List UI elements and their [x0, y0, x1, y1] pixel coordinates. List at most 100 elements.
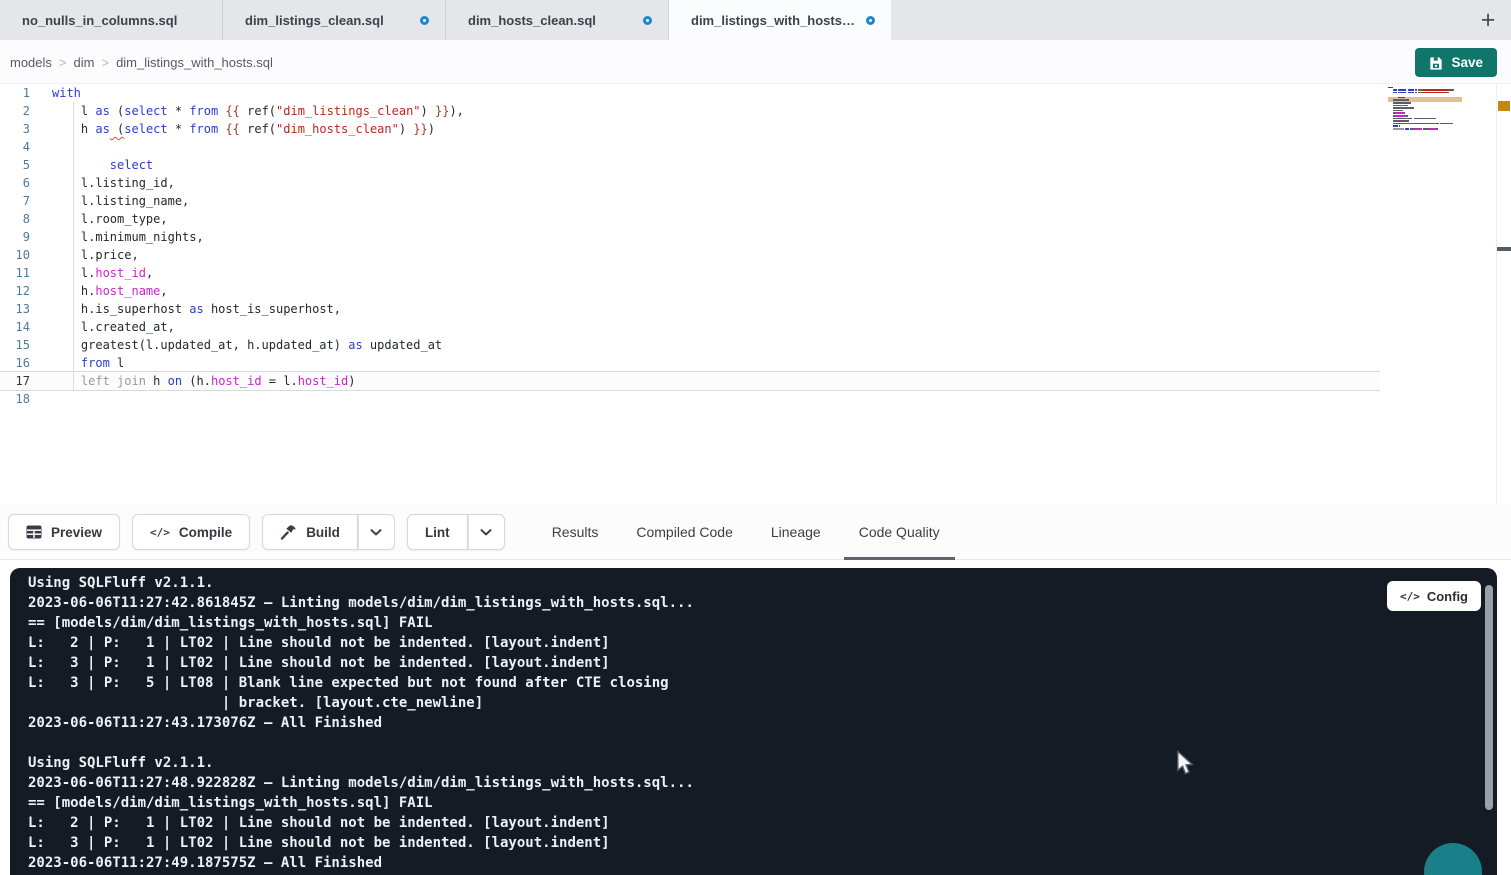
line-number: 16 — [0, 356, 30, 370]
annotation-gutter — [1496, 84, 1511, 505]
code-text: l.created_at, — [52, 318, 175, 336]
code-text: greatest(l.updated_at, h.updated_at) as … — [52, 336, 442, 354]
hammer-icon — [280, 524, 297, 540]
line-number: 12 — [0, 284, 30, 298]
lint-dropdown-button[interactable] — [468, 514, 505, 550]
terminal-line: 2023-06-06T11:27:43.173076Z — All Finish… — [28, 713, 1497, 733]
line-number: 17 — [0, 374, 30, 388]
scroll-position-marker — [1497, 247, 1511, 251]
code-brackets-icon: </> — [1400, 590, 1420, 603]
code-line[interactable]: 11 l.host_id, — [0, 264, 1380, 282]
tab-dim_hosts_clean.sql[interactable]: dim_hosts_clean.sql — [446, 0, 669, 40]
chevron-down-icon — [370, 529, 382, 536]
tab-label: no_nulls_in_columns.sql — [22, 13, 206, 28]
action-toolbar: Preview </> Compile Build — [0, 505, 1511, 560]
panel-tab-results[interactable]: Results — [537, 505, 614, 560]
line-number: 14 — [0, 320, 30, 334]
panel-tab-code-quality[interactable]: Code Quality — [844, 505, 955, 560]
new-tab-button[interactable]: + — [1471, 0, 1505, 40]
code-line[interactable]: 13 h.is_superhost as host_is_superhost, — [0, 300, 1380, 318]
table-icon — [26, 525, 42, 539]
code-line[interactable]: 5 select — [0, 156, 1380, 174]
code-text: h as (select * from {{ ref("dim_hosts_cl… — [52, 120, 435, 138]
terminal-line: L: 3 | P: 1 | LT02 | Line should not be … — [28, 653, 1497, 673]
terminal-output: Using SQLFluff v2.1.1.2023-06-06T11:27:4… — [28, 573, 1497, 873]
minimap-line — [1388, 130, 1462, 133]
line-number: 2 — [0, 104, 30, 118]
panel-tab-lineage[interactable]: Lineage — [756, 505, 836, 560]
terminal-line: 2023-06-06T11:27:49.187575Z — All Finish… — [28, 853, 1497, 873]
lint-button[interactable]: Lint — [407, 514, 468, 550]
tab-label: dim_listings_clean.sql — [245, 13, 410, 28]
breadcrumb: models>dim>dim_listings_with_hosts.sql — [10, 40, 273, 84]
lint-label: Lint — [425, 525, 450, 540]
terminal-line: L: 2 | P: 1 | LT02 | Line should not be … — [28, 813, 1497, 833]
code-text: l as (select * from {{ ref("dim_listings… — [52, 102, 464, 120]
terminal-line: Using SQLFluff v2.1.1. — [28, 573, 1497, 593]
panel-tab-compiled-code[interactable]: Compiled Code — [621, 505, 748, 560]
preview-label: Preview — [51, 525, 102, 540]
line-number: 8 — [0, 212, 30, 226]
code-text: l.listing_id, — [52, 174, 175, 192]
save-label: Save — [1451, 55, 1483, 70]
line-number: 18 — [0, 392, 30, 406]
config-label: Config — [1427, 589, 1468, 604]
line-number: 3 — [0, 122, 30, 136]
terminal-line: == [models/dim/dim_listings_with_hosts.s… — [28, 613, 1497, 633]
preview-button[interactable]: Preview — [8, 514, 120, 550]
code-line[interactable]: 17 left join h on (h.host_id = l.host_id… — [0, 372, 1380, 390]
code-line[interactable]: 2 l as (select * from {{ ref("dim_listin… — [0, 102, 1380, 120]
code-line[interactable]: 3 h as (select * from {{ ref("dim_hosts_… — [0, 120, 1380, 138]
terminal-line: 2023-06-06T11:27:48.922828Z — Linting mo… — [28, 773, 1497, 793]
code-line[interactable]: 7 l.listing_name, — [0, 192, 1380, 210]
code-line[interactable]: 9 l.minimum_nights, — [0, 228, 1380, 246]
code-line[interactable]: 12 h.host_name, — [0, 282, 1380, 300]
terminal-scrollbar[interactable] — [1485, 585, 1493, 810]
code-editor[interactable]: 1with2 l as (select * from {{ ref("dim_l… — [0, 84, 1511, 505]
line-number: 11 — [0, 266, 30, 280]
line-number: 1 — [0, 86, 30, 100]
build-button[interactable]: Build — [262, 514, 358, 550]
save-floppy-icon — [1429, 56, 1443, 70]
code-text: h.host_name, — [52, 282, 168, 300]
code-line[interactable]: 4 — [0, 138, 1380, 156]
code-text: h.is_superhost as host_is_superhost, — [52, 300, 341, 318]
line-number: 15 — [0, 338, 30, 352]
tab-no_nulls_in_columns.sql[interactable]: no_nulls_in_columns.sql — [0, 0, 223, 40]
save-button[interactable]: Save — [1415, 48, 1497, 77]
config-button[interactable]: </> Config — [1387, 581, 1481, 611]
code-line[interactable]: 1with — [0, 84, 1380, 102]
path-bar: models>dim>dim_listings_with_hosts.sql S… — [0, 40, 1511, 84]
modified-indicator-icon — [643, 16, 652, 25]
code-line[interactable]: 15 greatest(l.updated_at, h.updated_at) … — [0, 336, 1380, 354]
minimap[interactable] — [1388, 86, 1462, 206]
modified-indicator-icon — [420, 16, 429, 25]
indent-guide — [73, 102, 74, 390]
compile-button[interactable]: </> Compile — [132, 514, 250, 550]
build-label: Build — [306, 525, 340, 540]
line-number: 7 — [0, 194, 30, 208]
build-dropdown-button[interactable] — [358, 514, 395, 550]
terminal-line — [28, 733, 1497, 753]
terminal-line: 2023-06-06T11:27:42.861845Z — Linting mo… — [28, 593, 1497, 613]
code-line[interactable]: 10 l.price, — [0, 246, 1380, 264]
build-split-button: Build — [262, 514, 395, 550]
modified-indicator-icon — [866, 16, 875, 25]
terminal-line: L: 2 | P: 1 | LT02 | Line should not be … — [28, 633, 1497, 653]
code-line[interactable]: 14 l.created_at, — [0, 318, 1380, 336]
code-line[interactable]: 18 — [0, 390, 1380, 408]
breadcrumb-segment[interactable]: models — [10, 55, 52, 70]
code-line[interactable]: 16 from l — [0, 354, 1380, 372]
code-line[interactable]: 8 l.room_type, — [0, 210, 1380, 228]
tab-dim_listings_clean.sql[interactable]: dim_listings_clean.sql — [223, 0, 446, 40]
code-text: select — [52, 156, 153, 174]
breadcrumb-segment[interactable]: dim_listings_with_hosts.sql — [116, 55, 273, 70]
file-tabs: no_nulls_in_columns.sql dim_listings_clea… — [0, 0, 892, 40]
breadcrumb-segment[interactable]: dim — [74, 55, 95, 70]
compile-label: Compile — [179, 525, 232, 540]
tab-dim_listings_with_hosts.sql[interactable]: dim_listings_with_hosts.sql — [669, 0, 892, 40]
terminal-line: L: 3 | P: 1 | LT02 | Line should not be … — [28, 833, 1497, 853]
code-lines: 1with2 l as (select * from {{ ref("dim_l… — [0, 84, 1380, 408]
code-line[interactable]: 6 l.listing_id, — [0, 174, 1380, 192]
code-text: l.price, — [52, 246, 139, 264]
